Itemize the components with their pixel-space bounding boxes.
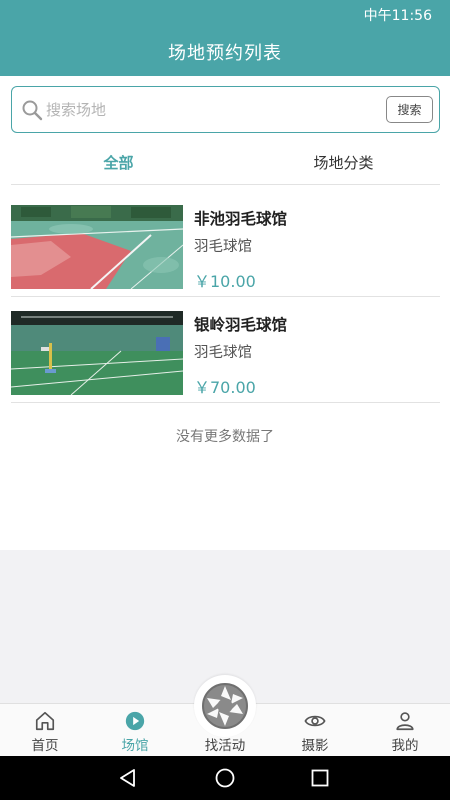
tabs-divider xyxy=(11,184,440,185)
venue-thumbnail xyxy=(11,205,183,289)
tab-all[interactable]: 全部 xyxy=(0,140,237,184)
tab-photography-label: 摄影 xyxy=(301,738,329,754)
tab-venues[interactable]: 场馆 xyxy=(90,704,180,757)
tab-venues-label: 场馆 xyxy=(121,738,149,754)
nav-bar: 场地预约列表 xyxy=(0,28,450,76)
system-navigation-bar xyxy=(0,756,450,800)
search-input[interactable] xyxy=(46,95,376,125)
tab-photography[interactable]: 摄影 xyxy=(270,704,360,757)
tab-profile-label: 我的 xyxy=(391,738,419,754)
main-content: 搜索 全部 场地分类 非池羽毛球馆 羽毛 xyxy=(0,76,450,550)
venue-list-item[interactable]: 银岭羽毛球馆 羽毛球馆 ￥70.00 xyxy=(11,297,440,403)
tab-venue-category[interactable]: 场地分类 xyxy=(237,140,450,184)
tab-home[interactable]: 首页 xyxy=(0,704,90,757)
play-circle-icon xyxy=(125,711,145,731)
tab-find-activity-label: 找活动 xyxy=(204,738,246,754)
page-title: 场地预约列表 xyxy=(168,43,282,64)
venue-name: 非池羽毛球馆 xyxy=(194,210,288,228)
recents-icon[interactable] xyxy=(309,767,331,789)
venue-price: ￥70.00 xyxy=(194,378,256,397)
venue-price: ￥10.00 xyxy=(194,272,256,291)
status-time: 中午11:56 xyxy=(363,8,432,24)
search-bar: 搜索 xyxy=(11,86,440,133)
venue-name: 银岭羽毛球馆 xyxy=(194,316,288,334)
find-activity-button[interactable] xyxy=(194,675,256,737)
tab-profile[interactable]: 我的 xyxy=(360,704,450,757)
venue-type: 羽毛球馆 xyxy=(194,239,252,255)
venue-type: 羽毛球馆 xyxy=(194,345,252,361)
venue-thumbnail xyxy=(11,311,183,395)
venue-list-item[interactable]: 非池羽毛球馆 羽毛球馆 ￥10.00 xyxy=(11,191,440,297)
no-more-data-text: 没有更多数据了 xyxy=(176,429,274,445)
search-icon xyxy=(22,100,43,121)
search-button[interactable]: 搜索 xyxy=(386,96,433,123)
user-icon xyxy=(396,712,414,731)
status-bar: 中午11:56 xyxy=(0,0,450,28)
home-circle-icon[interactable] xyxy=(214,767,236,789)
eye-icon xyxy=(304,715,326,727)
tab-home-label: 首页 xyxy=(31,738,59,754)
aperture-icon xyxy=(202,683,248,729)
home-icon xyxy=(35,711,55,731)
back-icon[interactable] xyxy=(117,767,139,789)
filter-tabs: 全部 场地分类 xyxy=(0,140,450,184)
